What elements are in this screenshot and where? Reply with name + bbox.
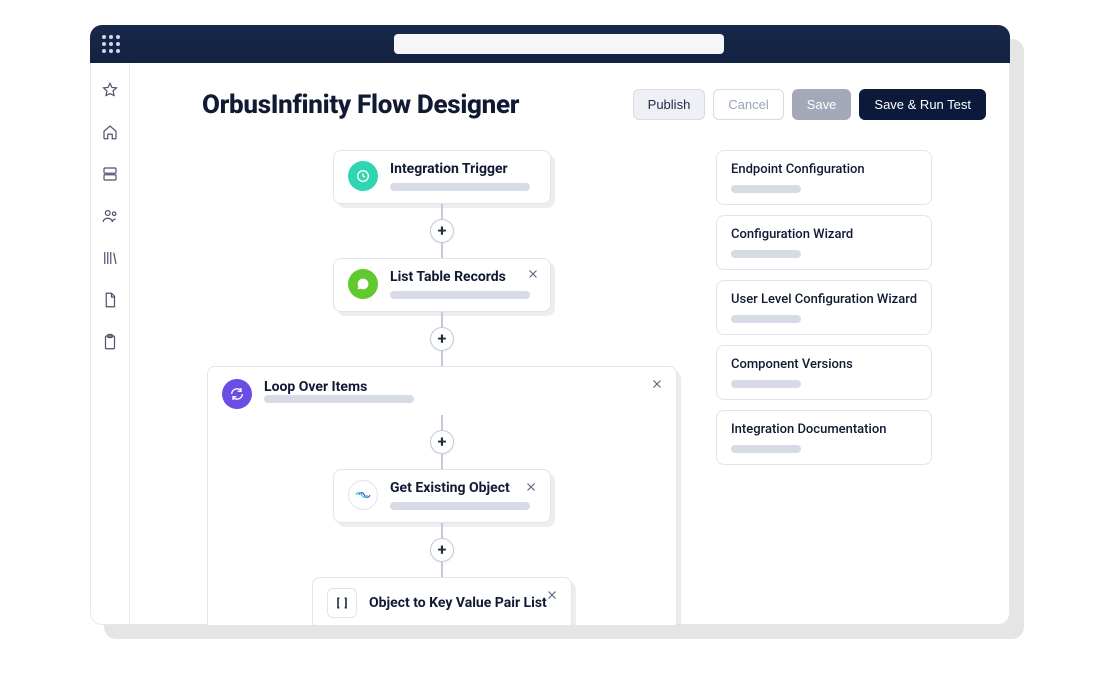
placeholder-line [731, 185, 801, 193]
close-icon[interactable] [650, 377, 664, 391]
placeholder-line [264, 395, 414, 403]
side-card-title: Integration Documentation [731, 422, 917, 437]
main-area: OrbusInfinity Flow Designer Publish Canc… [130, 63, 1010, 625]
page-header: OrbusInfinity Flow Designer Publish Canc… [202, 89, 986, 120]
flow-connector [441, 453, 443, 469]
save-button[interactable]: Save [792, 89, 852, 120]
star-icon[interactable] [101, 81, 119, 99]
flow-node-trigger[interactable]: Integration Trigger [333, 150, 551, 204]
flow-node-list-records[interactable]: List Table Records [333, 258, 551, 312]
side-card-title: Endpoint Configuration [731, 162, 917, 177]
app-window: OrbusInfinity Flow Designer Publish Canc… [90, 25, 1010, 625]
add-step-button[interactable]: + [430, 327, 454, 351]
placeholder-line [390, 291, 530, 299]
chat-icon [348, 269, 378, 299]
placeholder-line [731, 445, 801, 453]
side-card-title: User Level Configuration Wizard [731, 292, 917, 307]
flow-node-title: Get Existing Object [390, 480, 536, 496]
flow-node-title: Loop Over Items [264, 379, 414, 395]
clipboard-icon[interactable] [101, 333, 119, 351]
library-icon[interactable] [101, 249, 119, 267]
header-actions: Publish Cancel Save Save & Run Test [633, 89, 986, 120]
cancel-button[interactable]: Cancel [713, 89, 783, 120]
side-card-config-wizard[interactable]: Configuration Wizard [716, 215, 932, 270]
close-icon[interactable] [524, 480, 538, 494]
flow-connector [441, 312, 443, 328]
flow-canvas: Integration Trigger + [202, 150, 682, 625]
publish-button[interactable]: Publish [633, 89, 706, 120]
flow-node-loop[interactable]: Loop Over Items + [207, 366, 677, 625]
flow-node-title: List Table Records [390, 269, 536, 285]
home-icon[interactable] [101, 123, 119, 141]
flow-connector [441, 523, 443, 539]
flow-node-title: Integration Trigger [390, 161, 536, 177]
left-rail [90, 63, 130, 625]
close-icon[interactable] [526, 267, 540, 281]
flow-connector [441, 415, 443, 431]
placeholder-line [731, 315, 801, 323]
save-run-test-button[interactable]: Save & Run Test [859, 89, 986, 120]
global-search-input[interactable] [394, 34, 724, 54]
add-step-button[interactable]: + [430, 219, 454, 243]
document-icon[interactable] [101, 291, 119, 309]
placeholder-line [731, 380, 801, 388]
side-card-title: Configuration Wizard [731, 227, 917, 242]
flow-node-title: Object to Key Value Pair List [369, 595, 557, 611]
page-title: OrbusInfinity Flow Designer [202, 90, 519, 120]
flow-connector [441, 561, 443, 577]
add-step-button[interactable]: + [430, 430, 454, 454]
infinity-icon [348, 480, 378, 510]
placeholder-line [390, 502, 530, 510]
placeholder-line [731, 250, 801, 258]
side-card-endpoint-config[interactable]: Endpoint Configuration [716, 150, 932, 205]
server-icon[interactable] [101, 165, 119, 183]
flow-node-get-object[interactable]: Get Existing Object [333, 469, 551, 523]
top-bar [90, 25, 1010, 63]
inspector-panel: Endpoint Configuration Configuration Wiz… [716, 150, 932, 465]
flow-node-kvp[interactable]: Object to Key Value Pair List [312, 577, 572, 625]
clock-icon [348, 161, 378, 191]
refresh-icon [222, 379, 252, 409]
side-card-integration-docs[interactable]: Integration Documentation [716, 410, 932, 465]
users-icon[interactable] [101, 207, 119, 225]
flow-connector [441, 242, 443, 258]
brackets-icon [327, 588, 357, 618]
close-icon[interactable] [545, 588, 559, 602]
side-card-user-config-wizard[interactable]: User Level Configuration Wizard [716, 280, 932, 335]
side-card-title: Component Versions [731, 357, 917, 372]
add-step-button[interactable]: + [430, 538, 454, 562]
apps-launcher-icon[interactable] [102, 35, 120, 53]
flow-connector [441, 350, 443, 366]
side-card-component-versions[interactable]: Component Versions [716, 345, 932, 400]
flow-connector [441, 204, 443, 220]
placeholder-line [390, 183, 530, 191]
